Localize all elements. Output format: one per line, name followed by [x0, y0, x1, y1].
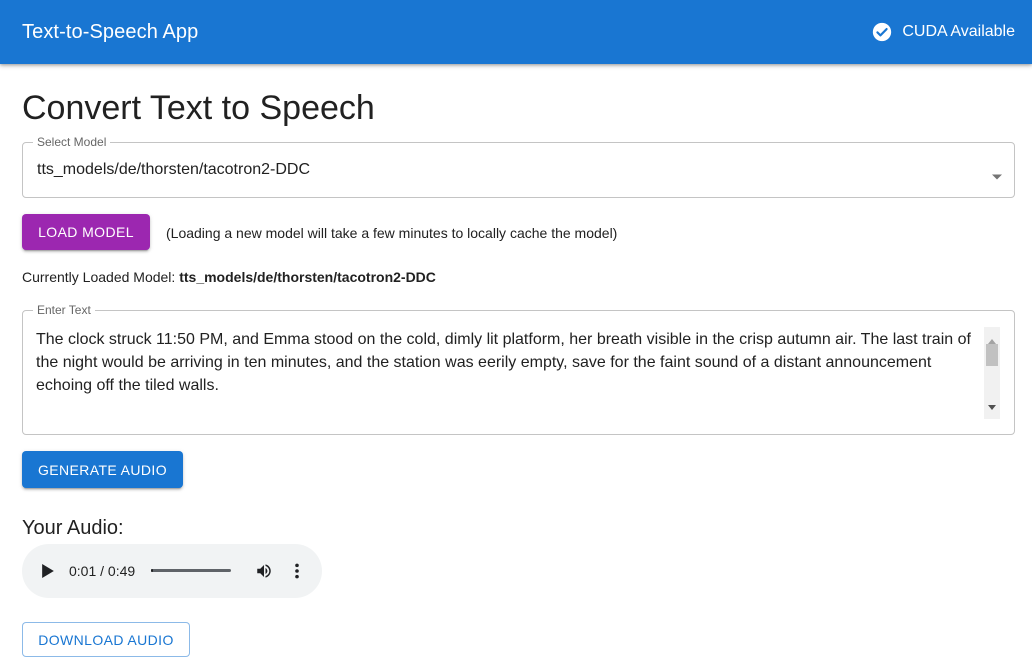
more-vert-icon[interactable]: [292, 562, 302, 585]
app-title: Text-to-Speech App: [22, 20, 199, 43]
play-icon[interactable]: [42, 564, 54, 583]
text-input-value[interactable]: The clock struck 11:50 PM, and Emma stoo…: [36, 328, 976, 397]
check-circle-icon: [872, 22, 892, 42]
volume-icon[interactable]: [255, 562, 273, 585]
generate-audio-button[interactable]: GENERATE AUDIO: [22, 451, 183, 488]
model-select-label: Select Model: [33, 135, 111, 149]
loaded-model-name: tts_models/de/thorsten/tacotron2-DDC: [179, 269, 436, 285]
scroll-down-arrow-icon[interactable]: [988, 397, 996, 415]
audio-player[interactable]: 0:01 / 0:49: [22, 544, 322, 598]
audio-seek-bar[interactable]: [151, 569, 231, 572]
load-note: (Loading a new model will take a few min…: [166, 225, 618, 241]
text-scrollbar[interactable]: [984, 327, 1000, 419]
load-model-button[interactable]: LOAD MODEL: [22, 214, 150, 250]
currently-loaded-model: Currently Loaded Model: tts_models/de/th…: [22, 269, 436, 285]
page-title: Convert Text to Speech: [22, 89, 375, 127]
scrollbar-thumb[interactable]: [986, 344, 998, 366]
text-input-label: Enter Text: [33, 303, 95, 317]
audio-time: 0:01 / 0:49: [69, 563, 136, 579]
dropdown-arrow-icon: [992, 167, 1002, 185]
cuda-status: CUDA Available: [872, 22, 1015, 42]
app-bar: Text-to-Speech App CUDA Available: [0, 0, 1032, 64]
audio-heading: Your Audio:: [22, 517, 124, 539]
model-select-value: tts_models/de/thorsten/tacotron2-DDC: [37, 161, 311, 178]
model-select[interactable]: Select Model tts_models/de/thorsten/taco…: [22, 135, 1015, 198]
download-audio-button[interactable]: DOWNLOAD AUDIO: [22, 622, 190, 657]
audio-progress: [151, 569, 153, 572]
loaded-model-prefix: Currently Loaded Model:: [22, 269, 176, 285]
text-input-field[interactable]: Enter Text The clock struck 11:50 PM, an…: [22, 303, 1015, 435]
cuda-label: CUDA Available: [902, 23, 1015, 40]
